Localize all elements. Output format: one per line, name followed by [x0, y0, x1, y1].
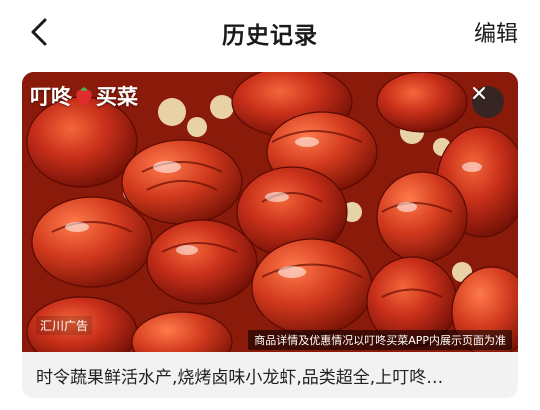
- ad-caption-bar[interactable]: 时令蔬果鲜活水产,烧烤卤味小龙虾,品类超全,上叮咚…: [22, 352, 518, 398]
- edit-button[interactable]: 编辑: [474, 16, 518, 48]
- strawberry-icon: [74, 85, 94, 107]
- ad-label: 汇川广告: [36, 316, 93, 335]
- history-ad-card[interactable]: 叮咚 买菜 汇川广告 商品详情及优惠情况以叮咚买菜APP内展示页面为准 时令蔬果…: [22, 72, 518, 398]
- brand-name-part1: 叮咚: [30, 85, 72, 109]
- crayfish-photo: [22, 72, 518, 352]
- brand-logo: 叮咚 买菜: [30, 80, 138, 112]
- page-title: 历史记录: [222, 23, 318, 49]
- brand-name-part2: 买菜: [96, 85, 138, 109]
- ad-image[interactable]: 叮咚 买菜 汇川广告 商品详情及优惠情况以叮咚买菜APP内展示页面为准: [22, 72, 518, 352]
- top-nav-bar: 历史记录 编辑: [0, 0, 540, 64]
- close-ad-button[interactable]: [472, 86, 504, 118]
- close-icon: [473, 87, 485, 99]
- ad-disclaimer: 商品详情及优惠情况以叮咚买菜APP内展示页面为准: [248, 330, 512, 350]
- ad-caption: 时令蔬果鲜活水产,烧烤卤味小龙虾,品类超全,上叮咚…: [36, 367, 444, 388]
